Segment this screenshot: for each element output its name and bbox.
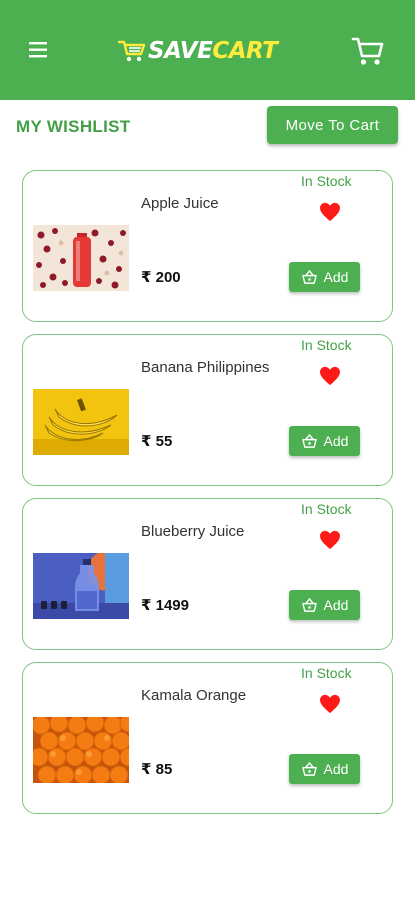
heart-icon[interactable] — [319, 202, 341, 222]
product-name[interactable]: Banana Philippines — [141, 359, 269, 376]
add-button[interactable]: Add — [289, 754, 360, 784]
heart-icon[interactable] — [319, 530, 341, 550]
app-bar: SAVECART — [0, 0, 415, 100]
product-name[interactable]: Blueberry Juice — [141, 523, 244, 540]
wishlist-item-card: In Stock Apple Juice ₹ 200 Add — [22, 170, 393, 322]
wishlist-item-card: In Stock Kamala Orange ₹ 85 Add — [22, 662, 393, 814]
product-price: ₹ 85 — [141, 761, 173, 778]
stock-status: In Stock — [301, 173, 352, 189]
logo-save-text: SAVE — [148, 38, 213, 64]
logo-cart-icon — [118, 40, 146, 62]
heart-icon[interactable] — [319, 366, 341, 386]
move-to-cart-button[interactable]: Move To Cart — [267, 106, 398, 144]
product-image-bananas[interactable] — [33, 389, 129, 455]
basket-icon — [301, 597, 317, 612]
shopping-cart-icon[interactable] — [350, 34, 386, 68]
product-price: ₹ 1499 — [141, 597, 189, 614]
logo-text: SAVECART — [148, 38, 278, 64]
basket-icon — [301, 761, 317, 776]
basket-icon — [301, 433, 317, 448]
add-button-label: Add — [323, 433, 349, 449]
add-button-label: Add — [323, 761, 349, 777]
app-logo: SAVECART — [118, 33, 278, 69]
basket-icon — [301, 269, 317, 284]
wishlist-item-card: In Stock Blueberry Juice ₹ 1499 Add — [22, 498, 393, 650]
product-image-oranges[interactable] — [33, 717, 129, 783]
product-image-apple-juice[interactable] — [33, 225, 129, 291]
add-button[interactable]: Add — [289, 590, 360, 620]
product-price: ₹ 200 — [141, 269, 181, 286]
product-name[interactable]: Kamala Orange — [141, 687, 246, 704]
stock-status: In Stock — [301, 501, 352, 517]
add-button-label: Add — [323, 597, 349, 613]
add-button-label: Add — [323, 269, 349, 285]
wishlist-item-card: In Stock Banana Philippines ₹ 55 Add — [22, 334, 393, 486]
product-price: ₹ 55 — [141, 433, 173, 450]
product-name[interactable]: Apple Juice — [141, 195, 219, 212]
stock-status: In Stock — [301, 337, 352, 353]
stock-status: In Stock — [301, 665, 352, 681]
add-button[interactable]: Add — [289, 262, 360, 292]
page-title: MY WISHLIST — [16, 117, 131, 136]
add-button[interactable]: Add — [289, 426, 360, 456]
product-image-blueberry-juice[interactable] — [33, 553, 129, 619]
logo-cart-text: CART — [212, 38, 278, 64]
heart-icon[interactable] — [319, 694, 341, 714]
hamburger-menu-icon[interactable] — [26, 38, 54, 62]
